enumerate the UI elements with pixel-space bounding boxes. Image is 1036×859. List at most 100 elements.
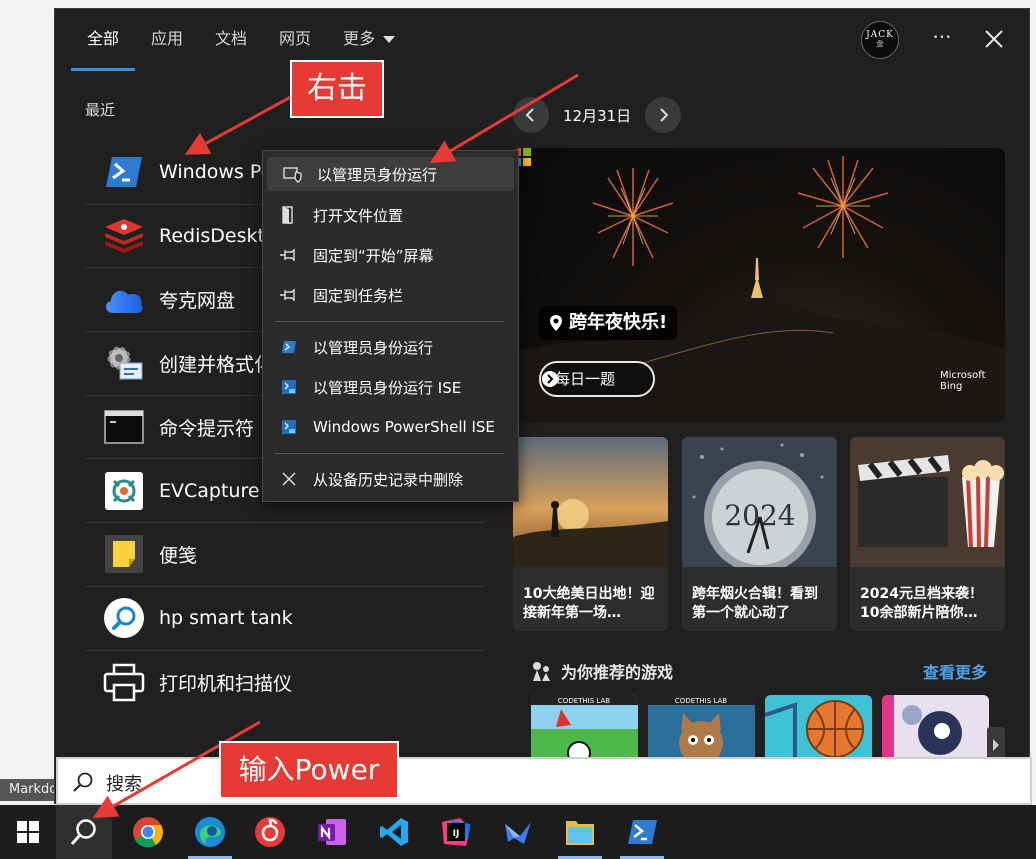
menu-item-open-ise[interactable]: Windows PowerShell ISE — [263, 410, 518, 444]
bing-brand-line1: Microsoft — [940, 370, 986, 381]
taskbar-onenote[interactable] — [304, 805, 360, 859]
highlight-hero-image[interactable]: 跨年夜快乐! 每日一题 Microsoft Bing — [513, 148, 1005, 423]
menu-item-label: 以管理员身份运行 ISE — [313, 378, 462, 397]
menu-item-remove-history[interactable]: 从设备历史记录中删除 — [263, 462, 518, 496]
clock-2024-illustration: 2024 — [682, 437, 837, 567]
menu-item-run-ise-admin[interactable]: 以管理员身份运行 ISE — [263, 370, 518, 404]
gears-game-illustration — [882, 695, 989, 757]
close-icon — [985, 30, 1003, 48]
taskbar-powershell[interactable] — [614, 805, 670, 859]
game-tile-cat[interactable]: CODETHIS LAB — [648, 695, 755, 757]
avatar[interactable]: JACK 盘 — [861, 21, 899, 59]
hp-smart-icon — [103, 597, 145, 639]
game-brand-text: CODETHIS LAB — [675, 697, 727, 705]
menu-item-label: 固定到“开始”屏幕 — [313, 246, 434, 265]
list-item-sticky-notes[interactable]: 便笺 — [85, 523, 485, 587]
list-item-label: EVCapture — [159, 479, 260, 502]
highlight-cards: 10大绝美日出地！迎接新年第一场… 2024 跨年烟火合辑！看到第一个就心动了 — [513, 437, 1005, 631]
menu-item-pin-to-start[interactable]: 固定到“开始”屏幕 — [263, 238, 518, 272]
previous-day-button[interactable] — [513, 97, 549, 133]
recent-section-title: 最近 — [85, 101, 116, 119]
next-day-button[interactable] — [645, 97, 682, 133]
taskbar-search-button[interactable] — [56, 805, 112, 859]
bing-brand-line2: Bing — [940, 381, 963, 392]
hero-tag-text: 跨年夜快乐! — [569, 312, 668, 333]
search-icon — [73, 772, 93, 792]
daily-quiz-label: 每日一题 — [555, 370, 616, 388]
taskbar-start-button[interactable] — [0, 805, 56, 859]
list-item-hp-smart-tank[interactable]: hp smart tank — [85, 587, 485, 651]
list-item-label: RedisDeskto — [159, 225, 277, 248]
see-more-link[interactable]: 查看更多 — [923, 659, 987, 683]
menu-separator — [275, 453, 504, 454]
game-controller-icon — [533, 662, 550, 681]
game-tiles: CODETHIS LAB CODETHIS LAB — [531, 695, 1011, 757]
onenote-icon — [318, 819, 346, 845]
highlight-card-movies[interactable]: 2024元旦档来袭！10余部新片陪你… — [850, 437, 1005, 631]
netease-music-icon — [255, 817, 285, 847]
powershell-ise-icon — [277, 377, 301, 397]
avatar-subtext: 盘 — [876, 40, 884, 48]
chevron-right-icon — [542, 371, 558, 387]
powershell-icon — [628, 820, 657, 844]
context-menu: 以管理员身份运行 打开文件位置 固定到“开始”屏幕 固定到任务栏 以管理员身份运… — [262, 150, 519, 502]
list-item-label: Windows Po — [159, 161, 273, 184]
powershell-icon — [103, 151, 145, 193]
tab-documents[interactable]: 文档 — [199, 9, 263, 71]
cloud-icon — [103, 279, 145, 321]
taskbar-netease-music[interactable] — [242, 805, 298, 859]
sunrise-illustration — [513, 437, 668, 567]
taskbar-vscode[interactable] — [366, 805, 422, 859]
game-brand-text: CODETHIS LAB — [558, 697, 610, 705]
movie-clapper-illustration — [850, 437, 1005, 567]
search-input[interactable]: 搜索 — [106, 770, 142, 796]
menu-item-run-as-admin[interactable]: 以管理员身份运行 — [267, 157, 514, 191]
menu-item-pin-to-taskbar[interactable]: 固定到任务栏 — [263, 278, 518, 312]
list-item-label: hp smart tank — [159, 607, 293, 630]
sticky-notes-icon — [103, 533, 145, 575]
menu-separator — [275, 321, 504, 322]
list-item-label: 夸克网盘 — [159, 290, 236, 313]
chevron-left-icon — [525, 108, 534, 122]
annotation-type-power: 输入Power — [219, 741, 399, 799]
svg-text:IJ: IJ — [453, 829, 460, 839]
menu-item-open-file-location[interactable]: 打开文件位置 — [263, 198, 518, 232]
card-caption: 10大绝美日出地！迎接新年第一场… — [523, 586, 655, 621]
highlights-date: 12月31日 — [563, 106, 632, 125]
taskbar-file-explorer[interactable] — [552, 805, 608, 859]
game-tile-soccer[interactable]: CODETHIS LAB — [531, 695, 638, 757]
taskbar-chrome[interactable] — [120, 805, 176, 859]
search-box[interactable]: 搜索 — [56, 757, 1032, 805]
taskbar-intellij[interactable]: IJ — [428, 805, 484, 859]
more-options-button[interactable]: ··· — [925, 23, 959, 55]
close-button[interactable] — [977, 23, 1011, 55]
recommended-games-title: 为你推荐的游戏 — [531, 659, 673, 683]
menu-item-run-powershell-admin[interactable]: 以管理员身份运行 — [263, 330, 518, 364]
menu-item-label: 以管理员身份运行 — [317, 165, 438, 184]
list-item-label: 命令提示符 — [159, 417, 255, 440]
chevron-right-icon — [660, 108, 669, 122]
game-tile-gears[interactable] — [882, 695, 989, 757]
list-item-printers[interactable]: 打印机和扫描仪 — [85, 651, 485, 715]
folder-door-icon — [277, 205, 301, 225]
chevron-down-icon — [383, 36, 396, 43]
tab-apps[interactable]: 应用 — [135, 9, 199, 71]
menu-item-label: 以管理员身份运行 — [313, 338, 434, 357]
tab-all[interactable]: 全部 — [71, 9, 136, 71]
background-window-tab[interactable]: Markdo — [0, 779, 56, 801]
highlight-card-fireworks[interactable]: 2024 跨年烟火合辑！看到第一个就心动了 — [682, 437, 837, 631]
vscode-icon — [380, 818, 408, 846]
cmd-icon — [103, 406, 145, 448]
game-tile-basketball[interactable] — [765, 695, 872, 757]
feishu-icon — [505, 822, 531, 844]
taskbar: IJ — [0, 805, 1036, 859]
menu-item-label: 固定到任务栏 — [313, 286, 404, 305]
location-pin-icon — [550, 315, 562, 331]
cat-game-illustration: CODETHIS LAB — [648, 695, 755, 757]
taskbar-edge[interactable] — [182, 805, 238, 859]
daily-quiz-button[interactable]: 每日一题 — [539, 361, 656, 397]
taskbar-feishu[interactable] — [490, 805, 546, 859]
highlight-card-sunrise[interactable]: 10大绝美日出地！迎接新年第一场… — [513, 437, 668, 631]
close-icon — [277, 469, 301, 489]
menu-item-label: 从设备历史记录中删除 — [313, 470, 464, 489]
